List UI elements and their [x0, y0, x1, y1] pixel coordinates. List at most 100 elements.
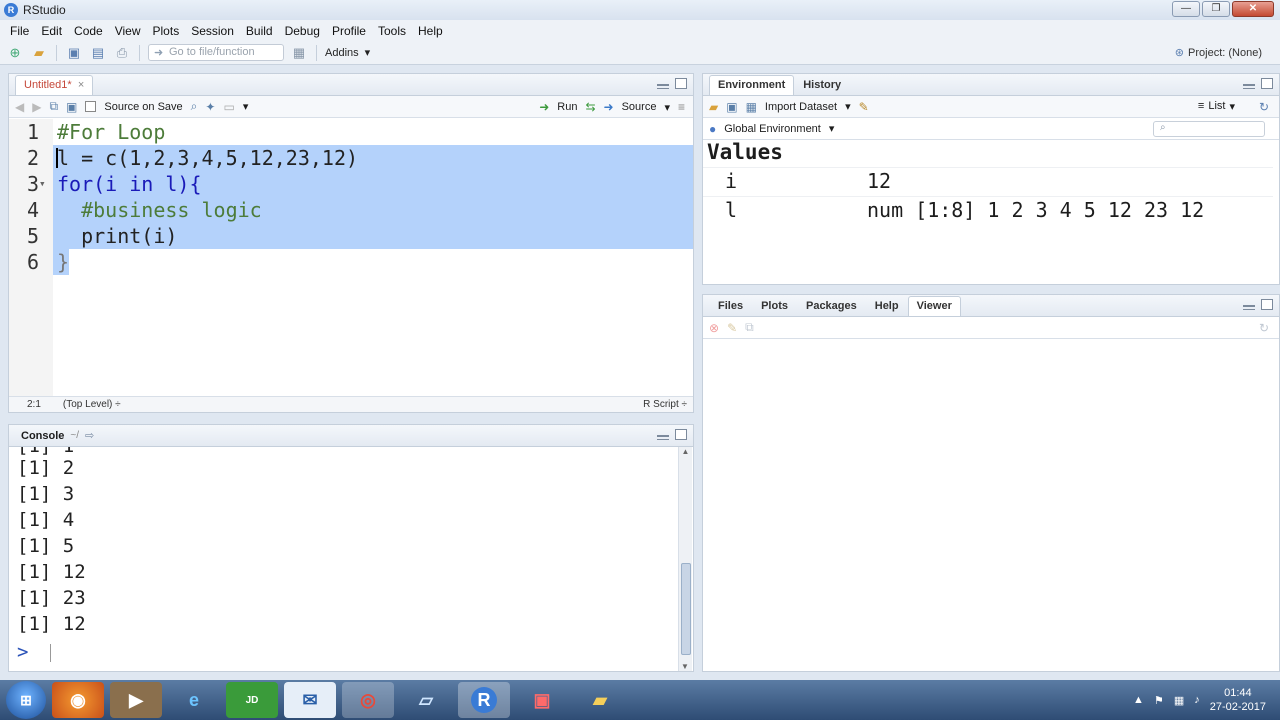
- list-view-selector[interactable]: ≡ List ▾: [1198, 100, 1235, 113]
- network-icon[interactable]: ▦: [1174, 694, 1184, 707]
- chrome-icon[interactable]: ◎: [342, 682, 394, 718]
- magic-wand-icon[interactable]: ✦: [205, 100, 215, 114]
- fold-icon[interactable]: ▾: [39, 171, 46, 197]
- minimize-pane-button[interactable]: [657, 435, 669, 440]
- minimize-button[interactable]: —: [1172, 1, 1200, 17]
- internet-explorer-icon[interactable]: e: [168, 682, 220, 718]
- console-output[interactable]: [1] 1 [1] 2 [1] 3 [1] 4 [1] 5 [1] 12 [1]…: [9, 447, 679, 671]
- maximize-button[interactable]: ❐: [1202, 1, 1230, 17]
- menu-bar: File Edit Code View Plots Session Build …: [0, 20, 1280, 41]
- tab-viewer[interactable]: Viewer: [907, 296, 961, 316]
- media-player-icon[interactable]: ▶: [110, 682, 162, 718]
- menu-edit[interactable]: Edit: [35, 24, 68, 38]
- new-file-icon[interactable]: ⊕: [6, 45, 24, 61]
- save-icon[interactable]: ▣: [726, 100, 737, 114]
- broom-icon[interactable]: ✎: [859, 100, 869, 114]
- scrollbar-thumb[interactable]: [681, 563, 691, 655]
- show-hidden-icons-icon[interactable]: ▲: [1133, 694, 1144, 706]
- save-icon[interactable]: ▣: [66, 100, 77, 114]
- outline-icon[interactable]: ≡: [678, 100, 685, 114]
- open-folder-icon[interactable]: ▰: [30, 45, 48, 61]
- project-menu[interactable]: ⊛ Project: (None): [1175, 46, 1262, 60]
- refresh-icon[interactable]: ↻: [1259, 100, 1269, 114]
- close-tab-icon[interactable]: ×: [75, 79, 84, 91]
- file-type-selector[interactable]: R Script ÷: [643, 399, 687, 410]
- chevron-down-icon[interactable]: ▾: [365, 46, 371, 59]
- volume-icon[interactable]: ♪: [1194, 694, 1200, 706]
- minimize-pane-button[interactable]: [657, 84, 669, 89]
- show-in-window-icon[interactable]: ⧉: [745, 320, 754, 335]
- menu-help[interactable]: Help: [412, 24, 449, 38]
- chevron-down-icon[interactable]: ▾: [845, 100, 851, 113]
- search-icon[interactable]: ⌕: [191, 99, 198, 114]
- forward-arrow-icon[interactable]: ▶: [32, 100, 41, 114]
- source-on-save-checkbox[interactable]: [85, 101, 97, 112]
- system-clock[interactable]: 01:44 27-02-2017: [1210, 686, 1266, 714]
- scope-selector[interactable]: (Top Level) ÷: [55, 399, 129, 410]
- minimize-pane-button[interactable]: [1243, 305, 1255, 310]
- file-explorer-icon[interactable]: ▰: [574, 682, 626, 718]
- save-all-icon[interactable]: ▤: [89, 45, 107, 61]
- import-dataset-button[interactable]: Import Dataset: [765, 101, 837, 113]
- go-to-file-input[interactable]: ➜ Go to file/function: [148, 44, 284, 61]
- go-to-directory-icon[interactable]: ⇨: [79, 429, 94, 442]
- menu-tools[interactable]: Tools: [372, 24, 412, 38]
- maximize-pane-button[interactable]: [1261, 78, 1273, 89]
- environment-row[interactable]: i 12: [703, 167, 1273, 195]
- action-center-icon[interactable]: ⚑: [1154, 694, 1164, 707]
- tab-packages[interactable]: Packages: [797, 296, 866, 316]
- tab-files[interactable]: Files: [709, 296, 752, 316]
- show-in-window-icon[interactable]: ⧉: [49, 99, 58, 114]
- code-editor[interactable]: 1 #For Loop 2 l = c(1,2,3,4,5,12,23,12) …: [9, 119, 693, 399]
- jdownloader-icon[interactable]: JD: [226, 682, 278, 718]
- environment-row[interactable]: l num [1:8] 1 2 3 4 5 12 23 12: [703, 196, 1273, 224]
- remove-icon[interactable]: ⊗: [709, 321, 719, 335]
- maximize-pane-button[interactable]: [675, 429, 687, 440]
- refresh-icon[interactable]: ↻: [1259, 321, 1269, 335]
- console-prompt-line[interactable]: >: [17, 639, 51, 665]
- broom-icon[interactable]: ✎: [727, 321, 737, 335]
- menu-session[interactable]: Session: [185, 24, 240, 38]
- global-environment-selector[interactable]: Global Environment: [724, 123, 821, 135]
- back-arrow-icon[interactable]: ◀: [15, 100, 24, 114]
- maximize-pane-button[interactable]: [1261, 299, 1273, 310]
- chevron-down-icon[interactable]: ▾: [243, 100, 249, 113]
- console-line: [1] 23: [17, 587, 86, 609]
- grid-icon[interactable]: ▦: [290, 45, 308, 61]
- save-app-icon[interactable]: ▣: [516, 682, 568, 718]
- menu-debug[interactable]: Debug: [279, 24, 326, 38]
- environment-search-input[interactable]: ⌕: [1153, 121, 1265, 137]
- firefox-icon[interactable]: ◉: [52, 682, 104, 718]
- load-workspace-icon[interactable]: ▰: [709, 100, 718, 114]
- chevron-down-icon[interactable]: ▾: [664, 101, 670, 114]
- chevron-down-icon[interactable]: ▾: [829, 122, 835, 135]
- notepad-icon[interactable]: ▱: [400, 682, 452, 718]
- scroll-down-arrow-icon[interactable]: ▼: [679, 662, 691, 671]
- menu-code[interactable]: Code: [68, 24, 109, 38]
- outlook-icon[interactable]: ✉: [284, 682, 336, 718]
- menu-build[interactable]: Build: [240, 24, 279, 38]
- tab-untitled1[interactable]: Untitled1* ×: [15, 75, 94, 95]
- console-scrollbar[interactable]: ▲ ▼: [678, 447, 692, 671]
- source-button[interactable]: Source: [622, 101, 657, 113]
- compile-report-icon[interactable]: ▭: [223, 100, 234, 114]
- tab-history[interactable]: History: [794, 75, 850, 95]
- tab-plots[interactable]: Plots: [752, 296, 797, 316]
- scroll-up-arrow-icon[interactable]: ▲: [679, 447, 692, 456]
- tab-help[interactable]: Help: [866, 296, 908, 316]
- save-icon[interactable]: ▣: [65, 45, 83, 61]
- close-button[interactable]: ✕: [1232, 1, 1274, 17]
- menu-profile[interactable]: Profile: [326, 24, 372, 38]
- menu-plots[interactable]: Plots: [147, 24, 186, 38]
- addins-menu[interactable]: Addins: [325, 47, 359, 59]
- rstudio-taskbar-icon[interactable]: R: [458, 682, 510, 718]
- run-button[interactable]: Run: [557, 101, 577, 113]
- menu-file[interactable]: File: [4, 24, 35, 38]
- print-icon[interactable]: ⎙: [113, 45, 131, 61]
- windows-start-icon[interactable]: ⊞: [6, 681, 46, 719]
- minimize-pane-button[interactable]: [1243, 84, 1255, 89]
- tab-environment[interactable]: Environment: [709, 75, 795, 95]
- rerun-icon[interactable]: ⇆: [585, 100, 595, 114]
- menu-view[interactable]: View: [109, 24, 147, 38]
- maximize-pane-button[interactable]: [675, 78, 687, 89]
